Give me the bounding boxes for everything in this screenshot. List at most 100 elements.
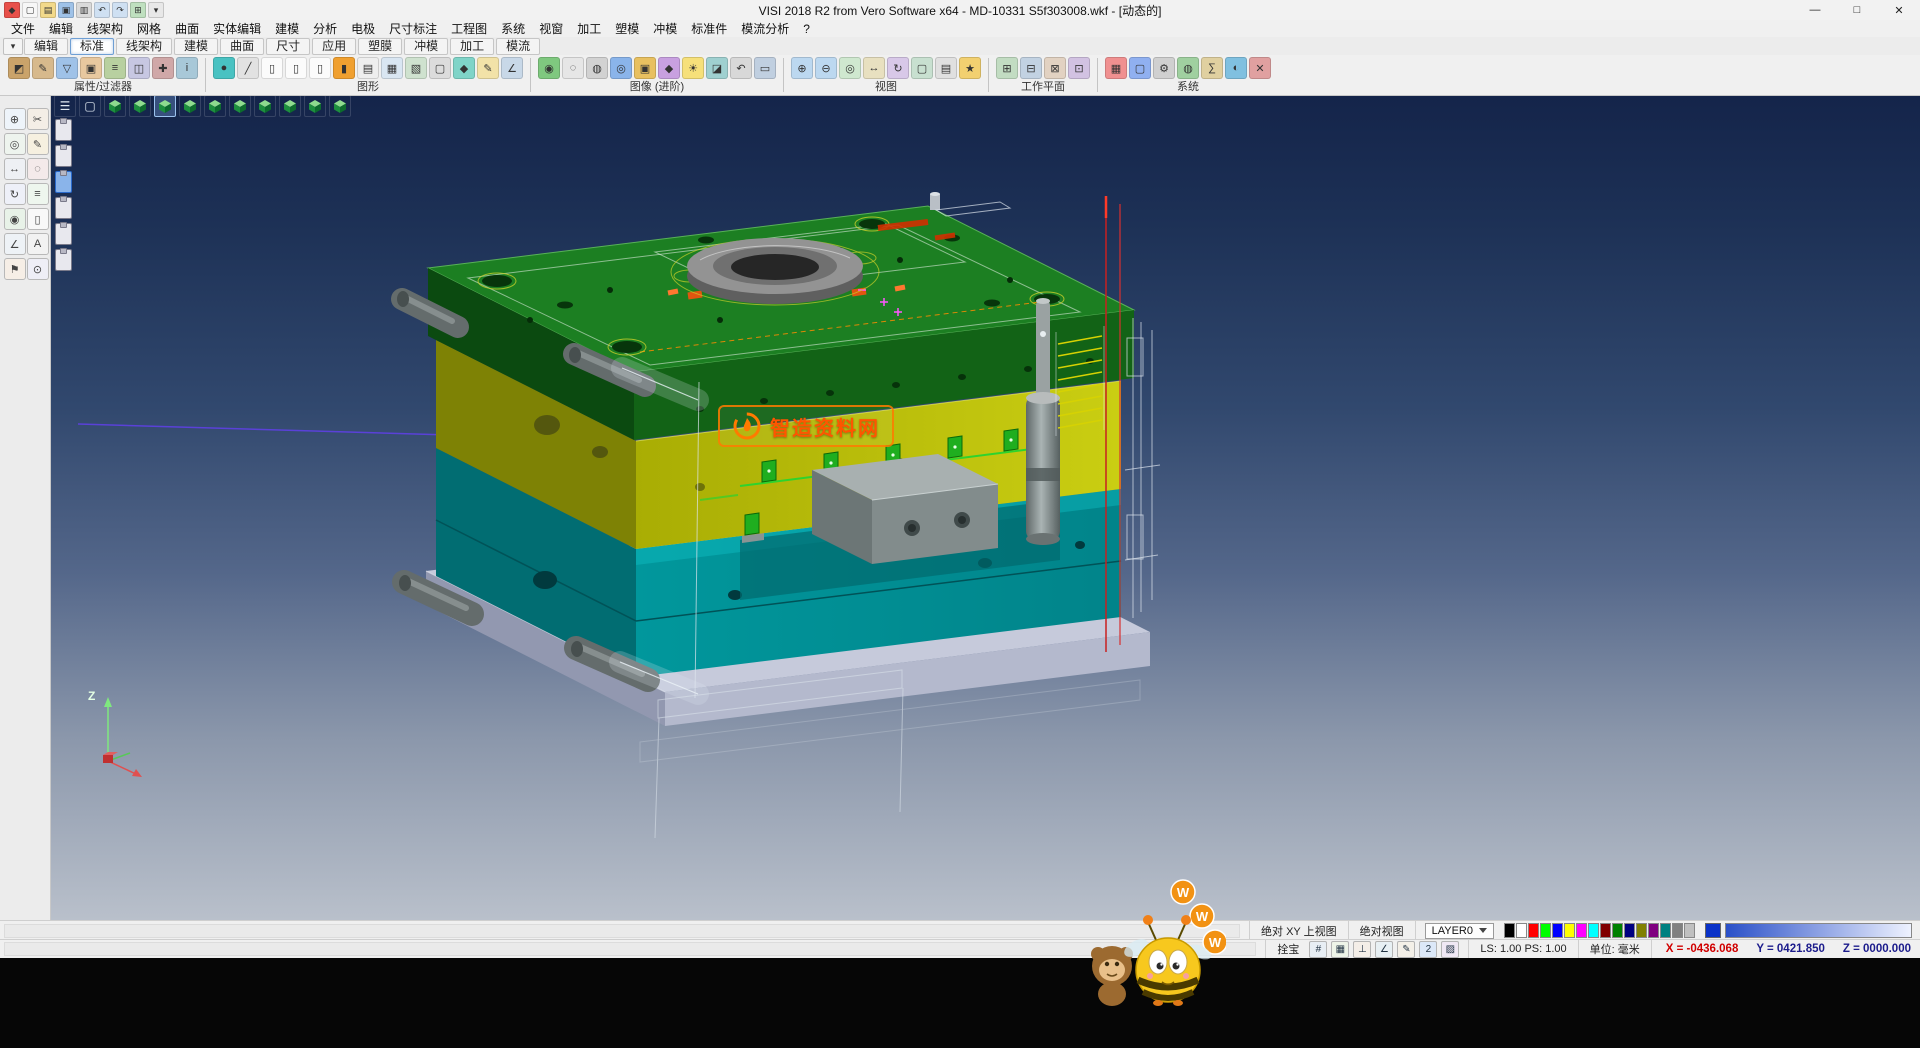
line-icon[interactable]: ╱ [237,57,259,79]
view-right-icon[interactable] [229,95,251,117]
layers-icon[interactable]: ≡ [27,183,49,205]
shaded-view-icon[interactable]: ◉ [538,57,560,79]
attribute-brush-icon[interactable]: ✎ [32,57,54,79]
snap-toggle-icon[interactable]: # [1309,941,1327,958]
workplane-quick-icon[interactable]: ⊞ [130,2,146,18]
viewport-3d[interactable]: ☰▢ Z 智造资料网 [50,93,1920,920]
undo-icon[interactable]: ↶ [94,2,110,18]
menu-item-15[interactable]: 冲模 [646,19,684,38]
profile-1-icon[interactable]: ▯ [261,57,283,79]
prompt-slot-1-icon[interactable] [55,119,72,141]
workplane-align-icon[interactable]: ⊟ [1020,57,1042,79]
workplane-xy-icon[interactable]: ⊞ [996,57,1018,79]
tab-dropdown-icon[interactable]: ▾ [3,38,23,55]
capture-icon[interactable]: ▭ [754,57,776,79]
palette-color-13[interactable] [1660,923,1671,938]
selection-mask-icon[interactable]: ◫ [128,57,150,79]
hidden-line-icon[interactable]: ◍ [586,57,608,79]
menu-item-13[interactable]: 加工 [570,19,608,38]
sheet-icon[interactable]: ▤ [357,57,379,79]
sketch-tool-icon[interactable]: ✎ [27,133,49,155]
zoom-fit-icon[interactable]: ◎ [839,57,861,79]
camera-icon[interactable]: ▢ [429,57,451,79]
menu-item-5[interactable]: 实体编辑 [206,19,268,38]
sphere-icon[interactable]: ● [213,57,235,79]
sheet-grid-icon[interactable]: ▦ [381,57,403,79]
monitor-icon[interactable]: ▢ [1129,57,1151,79]
view-iso-icon[interactable] [104,95,126,117]
tab-塑膜[interactable]: 塑膜 [358,38,402,55]
palette-color-11[interactable] [1636,923,1647,938]
workplane-view-icon[interactable]: ⊡ [1068,57,1090,79]
palette-color-9[interactable] [1612,923,1623,938]
angle-snap-icon[interactable]: ∠ [1375,941,1393,958]
edit-mode-icon[interactable]: ✎ [1397,941,1415,958]
pan-tool-icon[interactable]: ↔ [4,158,26,180]
active-color-chip[interactable] [1705,923,1721,938]
view-orientation-label[interactable]: 绝对 XY 上视图 [1261,923,1337,939]
dimension-icon[interactable]: ∠ [4,233,26,255]
erase-icon[interactable]: ◌ [27,158,49,180]
shade-icon[interactable]: ◉ [4,208,26,230]
menu-item-18[interactable]: ? [796,21,817,37]
view-iso3-icon[interactable] [304,95,326,117]
prompt-slot-5-icon[interactable] [55,223,72,245]
palette-color-3[interactable] [1540,923,1551,938]
profile-tool-icon[interactable]: ▯ [27,208,49,230]
menu-item-6[interactable]: 建模 [268,19,306,38]
database-icon[interactable]: ◍ [1177,57,1199,79]
view-plane-icon[interactable]: ▢ [79,95,101,117]
menu-item-7[interactable]: 分析 [306,19,344,38]
tab-冲模[interactable]: 冲模 [404,38,448,55]
view-iso2-icon[interactable] [279,95,301,117]
dynamic-view-icon[interactable]: ◎ [610,57,632,79]
menu-item-12[interactable]: 视窗 [532,19,570,38]
view-favorite-icon[interactable]: ★ [959,57,981,79]
sketch-icon[interactable]: ✎ [477,57,499,79]
palette-color-12[interactable] [1648,923,1659,938]
paint-icon[interactable]: ◆ [453,57,475,79]
rotate-view-icon[interactable]: ↻ [887,57,909,79]
palette-color-4[interactable] [1552,923,1563,938]
palette-color-6[interactable] [1576,923,1587,938]
flag-icon[interactable]: ⚑ [4,258,26,280]
menu-item-1[interactable]: 编辑 [42,19,80,38]
menu-item-10[interactable]: 工程图 [444,19,494,38]
depth-gradient-bar[interactable] [1725,923,1912,938]
tab-建模[interactable]: 建模 [174,38,218,55]
palette-color-8[interactable] [1600,923,1611,938]
calculator-icon[interactable]: ∑ [1201,57,1223,79]
zoom-window-icon[interactable]: ⊕ [4,108,26,130]
save-icon[interactable]: ▣ [58,2,74,18]
menu-item-8[interactable]: 电极 [344,19,382,38]
tab-曲面[interactable]: 曲面 [220,38,264,55]
grid-icon[interactable]: ▦ [1331,941,1349,958]
zoom-out-icon[interactable]: ⊖ [815,57,837,79]
quick-select-icon[interactable]: ✚ [152,57,174,79]
section-view-icon[interactable]: ◪ [706,57,728,79]
menu-item-17[interactable]: 模流分析 [734,19,796,38]
palette-color-14[interactable] [1672,923,1683,938]
zoom-in-icon[interactable]: ⊕ [791,57,813,79]
view-top-icon[interactable] [129,95,151,117]
view-back-icon[interactable] [179,95,201,117]
menu-item-4[interactable]: 曲面 [168,19,206,38]
profile-selected-icon[interactable]: ▮ [333,57,355,79]
snap-label[interactable]: 拴宝 [1277,941,1299,957]
attributes-icon[interactable]: ◩ [8,57,30,79]
view-iso4-icon[interactable] [329,95,351,117]
profile-2-icon[interactable]: ▯ [285,57,307,79]
menu-item-2[interactable]: 线架构 [80,19,130,38]
view-left-icon[interactable] [204,95,226,117]
minimize-button[interactable]: — [1794,0,1836,20]
menu-item-0[interactable]: 文件 [4,19,42,38]
tab-标准[interactable]: 标准 [70,38,114,55]
photo-render-icon[interactable]: ▣ [634,57,656,79]
tab-编辑[interactable]: 编辑 [24,38,68,55]
text-tool-icon[interactable]: A [27,233,49,255]
menu-item-3[interactable]: 网格 [130,19,168,38]
qat-dropdown-icon[interactable]: ▾ [148,2,164,18]
ortho-icon[interactable]: ⊥ [1353,941,1371,958]
layer-selector[interactable]: LAYER0 [1425,923,1494,939]
filter-color-icon[interactable]: ▣ [80,57,102,79]
